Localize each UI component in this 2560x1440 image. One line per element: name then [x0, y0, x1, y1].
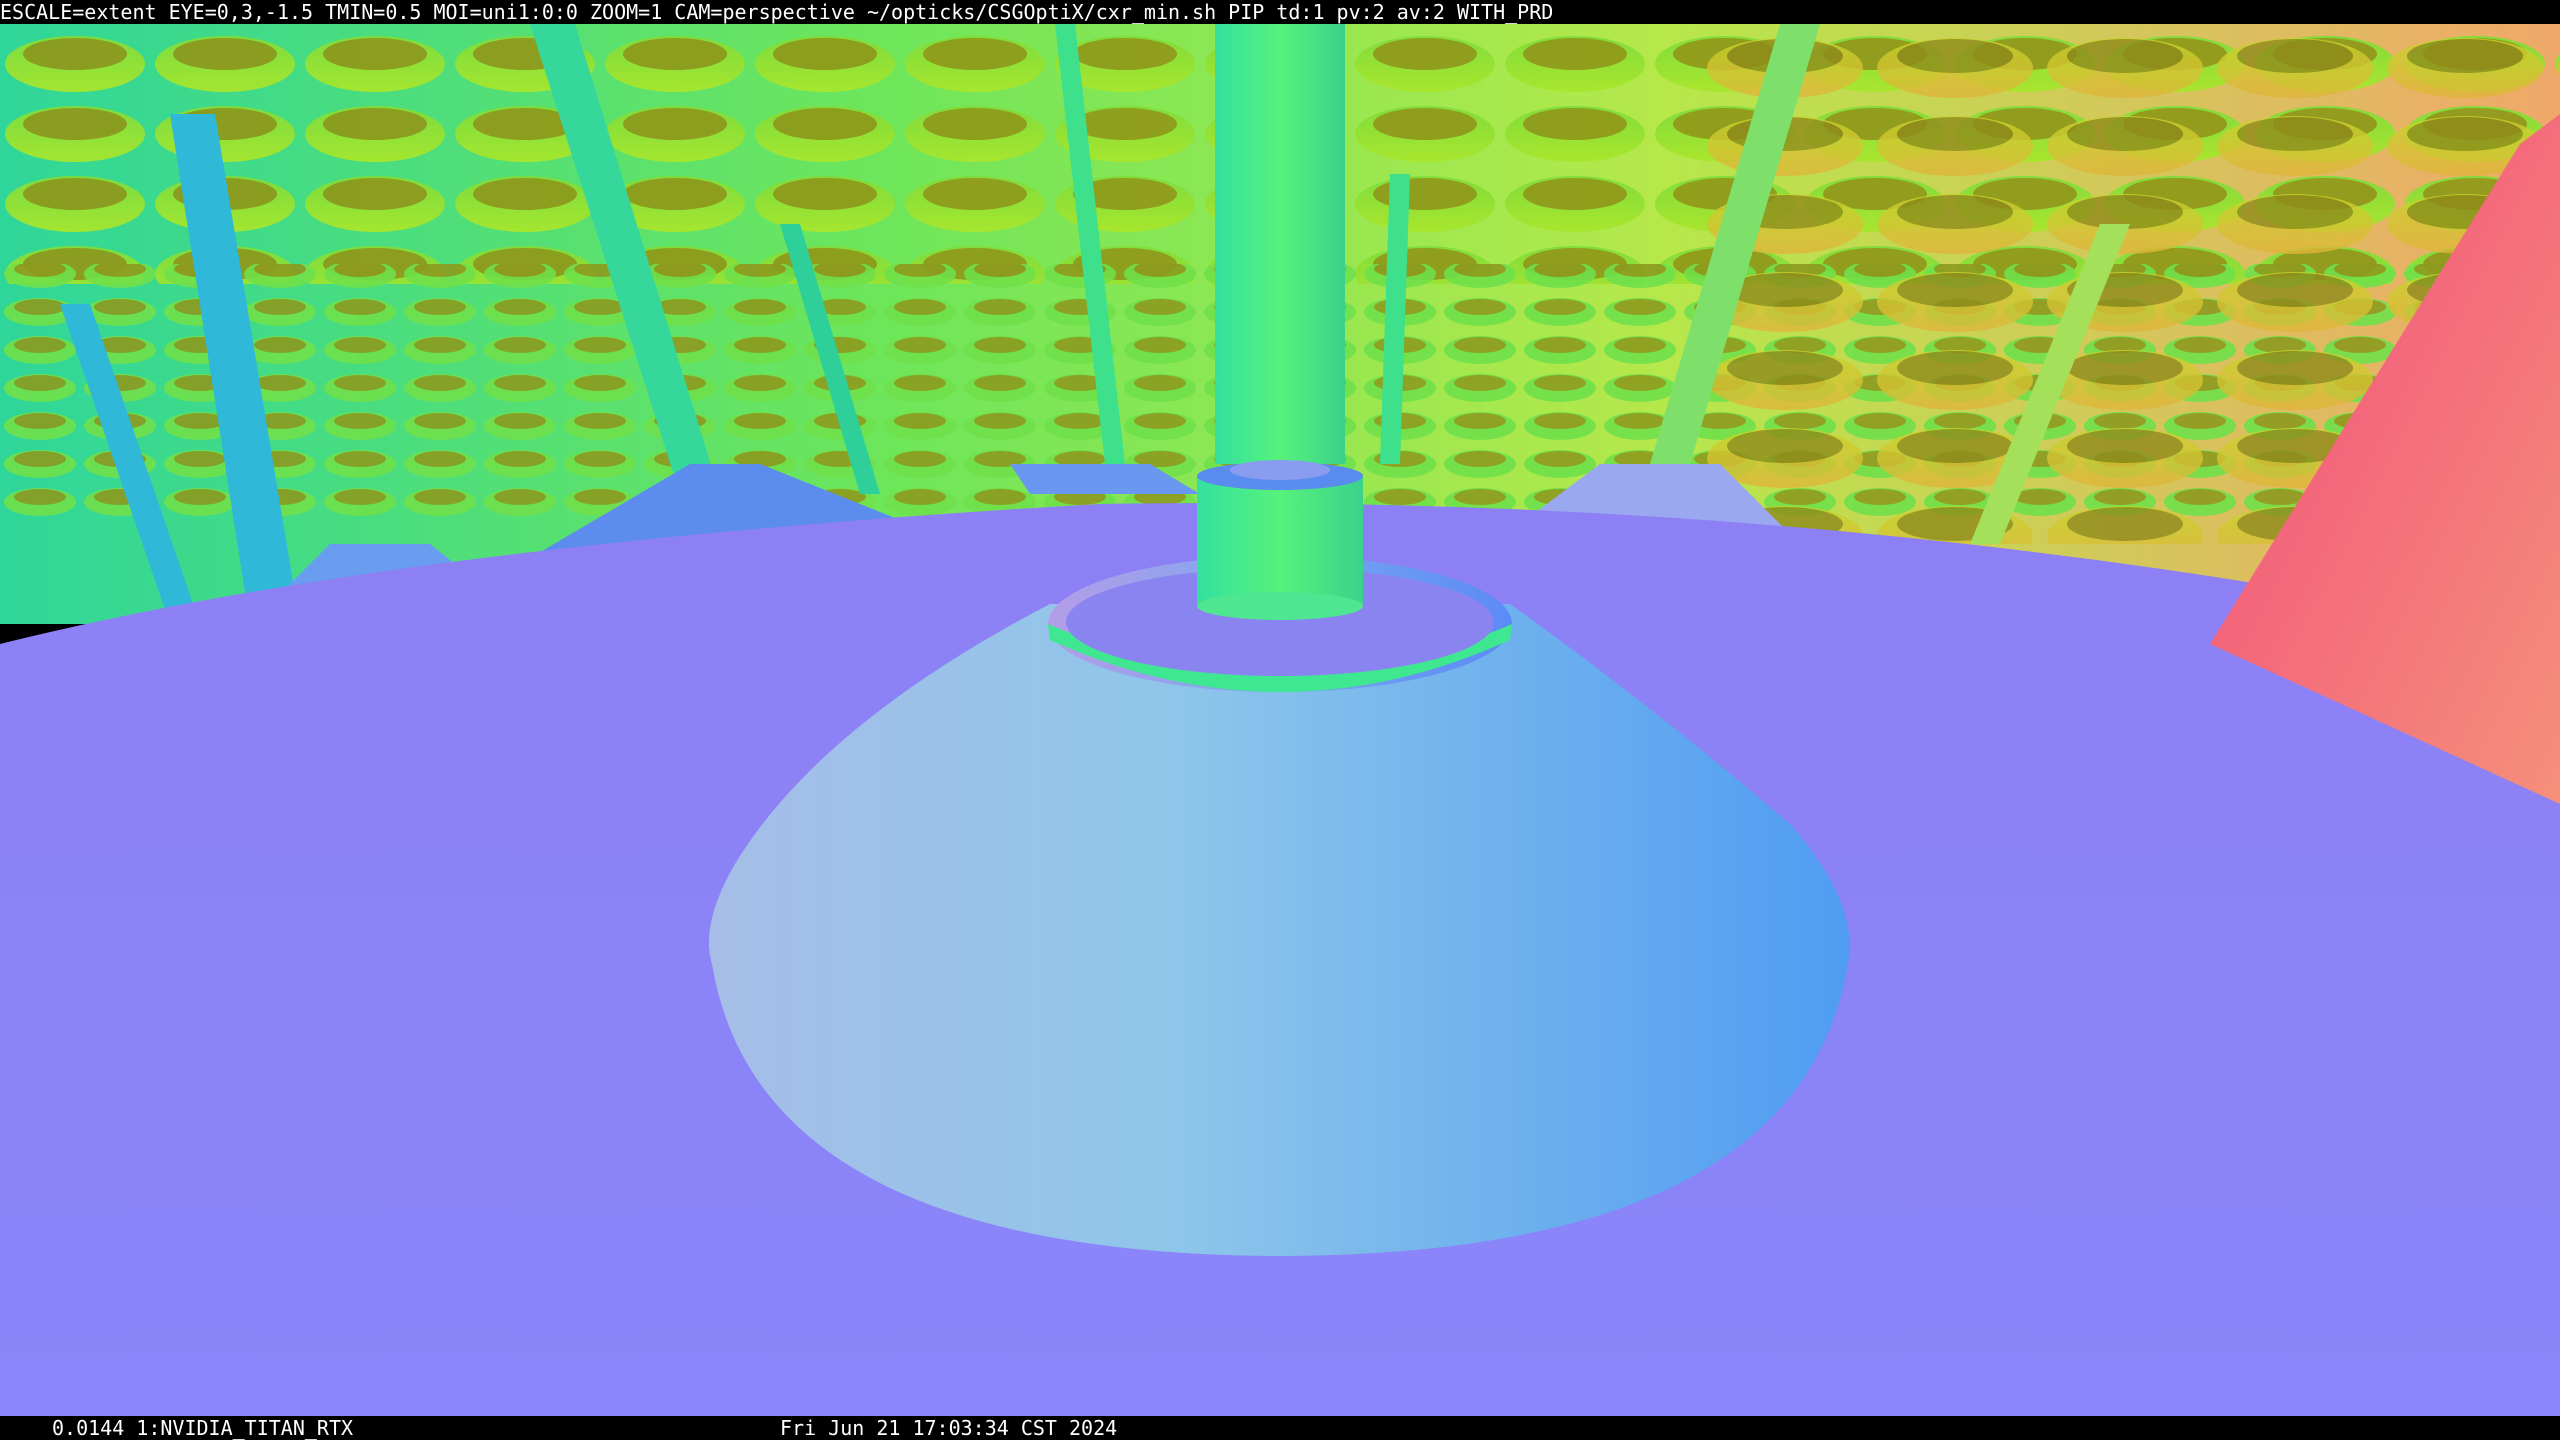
central-pillar	[1197, 24, 1363, 620]
render-scene[interactable]	[0, 24, 2560, 1416]
top-status-text: ESCALE=extent EYE=0,3,-1.5 TMIN=0.5 MOI=…	[0, 0, 1554, 24]
scene-svg	[0, 24, 2560, 1416]
bottom-status-bar: 0.0144 1:NVIDIA_TITAN_RTX Fri Jun 21 17:…	[0, 1416, 2560, 1440]
render-viewport[interactable]: ESCALE=extent EYE=0,3,-1.5 TMIN=0.5 MOI=…	[0, 0, 2560, 1440]
timestamp: Fri Jun 21 17:03:34 CST 2024	[780, 1416, 1118, 1440]
frame-time-gpu: 0.0144 1:NVIDIA_TITAN_RTX	[52, 1416, 354, 1440]
top-status-bar: ESCALE=extent EYE=0,3,-1.5 TMIN=0.5 MOI=…	[0, 0, 2560, 24]
